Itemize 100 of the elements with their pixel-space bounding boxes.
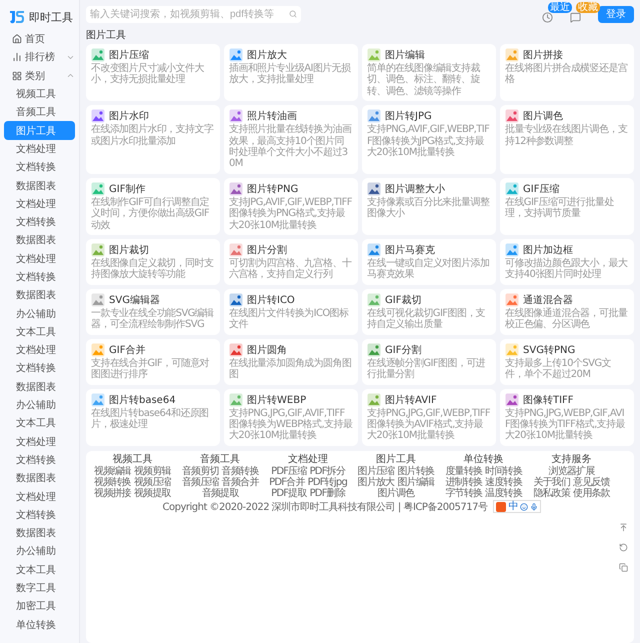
tool-card[interactable]: GIF制作 在线制作GIF可自行调整自定义时间，方便你做出高级GIF动效 xyxy=(86,178,220,236)
sidebar-item[interactable]: 类别 xyxy=(4,66,75,85)
sidebar-item[interactable]: 数字工具 xyxy=(4,578,75,598)
sidebar-item[interactable]: 文本工具 xyxy=(4,560,75,579)
tool-card[interactable]: 图像转TIFF 支持PNG,JPG,WEBP,GIF,AVIF图像转换为TIFF格式,支持最大20张10M批量转换 xyxy=(500,388,634,446)
sidebar-item[interactable]: 加密工具 xyxy=(4,597,75,616)
footer-link[interactable]: PDF转jpg xyxy=(308,476,347,488)
picture-icon xyxy=(229,243,243,258)
message-icon[interactable] xyxy=(570,12,581,23)
tool-card[interactable]: 图片裁切 在线图像自定义裁切，同时支持图像放大旋转等功能 xyxy=(86,239,220,285)
footer-link[interactable]: 视频拼接 xyxy=(94,488,131,499)
sidebar-item[interactable]: 首页 xyxy=(4,30,75,48)
sidebar-item[interactable]: 数据图表 xyxy=(4,469,75,488)
footer-link[interactable]: 音频合并 xyxy=(222,476,259,488)
sidebar-item[interactable]: 文档转换 xyxy=(4,212,75,232)
tool-card[interactable]: 图片加边框 可修改描边颜色跟大小，最大支持40张图片同时处理 xyxy=(500,239,634,285)
tool-title: 图片编辑 xyxy=(385,48,425,62)
tool-card[interactable]: SVG编辑器 一款专业在线全功能SVG编辑器，可全流程绘制制作SVG xyxy=(86,288,220,335)
footer-link[interactable]: 音频转换 xyxy=(222,466,259,477)
footer-link[interactable]: 视频编辑 xyxy=(94,466,131,477)
sidebar-item[interactable]: 数据图表 xyxy=(4,378,75,396)
sidebar-item[interactable]: 文档处理 xyxy=(4,250,75,268)
sidebar-item[interactable]: 文档处理 xyxy=(4,487,75,506)
sidebar-item[interactable]: 音频工具 xyxy=(4,103,75,122)
tool-card[interactable]: 图片编辑 简单的在线图像编辑支持裁切、调色、标注、翻转、旋转、调色、滤镜等操作 xyxy=(362,44,496,102)
footer-link[interactable]: PDF压缩 xyxy=(271,466,307,477)
footer-link[interactable]: 意见反馈 xyxy=(573,476,610,488)
sidebar-item[interactable]: 文档处理 xyxy=(4,432,75,451)
sidebar-item[interactable]: 办公辅助 xyxy=(4,542,75,561)
footer-link[interactable]: 浏览器扩展 xyxy=(548,466,595,477)
footer-link[interactable]: 图片压缩 xyxy=(358,466,394,477)
footer-link[interactable]: 视频提取 xyxy=(134,488,171,499)
footer-link[interactable]: 温度转换 xyxy=(485,488,522,499)
footer-link[interactable]: 使用条款 xyxy=(573,488,610,499)
sidebar-item[interactable]: 文档转换 xyxy=(4,506,75,524)
footer-link[interactable]: 图片放大 xyxy=(358,476,394,488)
sidebar-item[interactable]: 数据图表 xyxy=(4,176,75,195)
footer-link[interactable]: 视频转换 xyxy=(94,476,131,488)
tool-card[interactable]: GIF裁切 在线可视化裁切GIF图图，支持自定义输出质量 xyxy=(362,288,496,335)
tool-card[interactable]: 图片调整大小 支持像素或百分比来批量调整图像大小 xyxy=(362,178,496,236)
sidebar-item[interactable]: 文档转换 xyxy=(4,359,75,378)
tool-card[interactable]: 图片转PNG 支持JPG,AVIF,GIF,WEBP,TIFF图像转换为PNG格式,支持最大20张10M批量转换 xyxy=(224,178,358,236)
footer-link[interactable]: 字节转换 xyxy=(445,488,482,499)
tool-card[interactable]: 图片马赛克 在线一键或自定义对图片添加马赛克效果 xyxy=(362,239,496,285)
ime-toolbar[interactable]: 中 xyxy=(493,500,542,514)
tool-card[interactable]: GIF压缩 在线GIF压缩可进行批量处理，支持调节质量 xyxy=(500,178,634,236)
tool-card[interactable]: 图片转ICO 在线图片文件转换为ICO图标文件 xyxy=(224,288,358,335)
footer-link[interactable]: 进制转换 xyxy=(445,476,482,488)
sidebar-item[interactable]: 文档转换 xyxy=(4,268,75,286)
sidebar-item[interactable]: 文本工具 xyxy=(4,322,75,342)
footer-link[interactable]: 图片编辑 xyxy=(397,476,434,488)
footer-link[interactable]: 关于我们 xyxy=(533,476,570,488)
footer-link[interactable]: PDF拆分 xyxy=(310,466,346,477)
tool-card[interactable]: 图片圆角 在线批量添加圆角成为圆角图图 xyxy=(224,338,358,384)
tool-card[interactable]: 图片转WEBP 支持PNG,JPG,GIF,AVIF,TIFF图像转换为WEBP格式,支持最大20张10M批量转换 xyxy=(224,388,358,446)
footer-link[interactable]: 图片调色 xyxy=(378,488,414,499)
tool-card[interactable]: 图片拼接 在线将图片拼合成横竖还是宫格 xyxy=(500,44,634,102)
sidebar-item[interactable]: 办公辅助 xyxy=(4,396,75,414)
footer-link[interactable]: 视频剪辑 xyxy=(134,466,171,477)
footer-link[interactable]: PDF删除 xyxy=(310,488,346,499)
sidebar-item[interactable]: 文档转换 xyxy=(4,450,75,470)
sidebar-item[interactable]: 排行榜 xyxy=(4,48,75,67)
sidebar-item[interactable]: 文本工具 xyxy=(4,414,75,433)
tool-card[interactable]: 照片转油画 支持照片批量在线转换为油画效果，最高支持10个图片同时处理单个文件大小不超过30M xyxy=(224,105,358,174)
tool-card[interactable]: GIF合并 支持在线合并GIF，可随意对图图进行排序 xyxy=(86,338,220,384)
footer-link[interactable]: 视频压缩 xyxy=(134,476,171,488)
sidebar-item[interactable]: 视频工具 xyxy=(4,84,75,104)
sidebar-item[interactable]: 文档处理 xyxy=(4,341,75,360)
sidebar-item[interactable]: 单位转换 xyxy=(4,616,75,634)
tool-title: 图片拼接 xyxy=(523,48,563,62)
sidebar-item[interactable]: 文档处理 xyxy=(4,140,75,158)
footer-link[interactable]: 图片转换 xyxy=(397,466,434,477)
sidebar-item[interactable]: 数据图表 xyxy=(4,524,75,542)
footer-link[interactable]: 音频剪切 xyxy=(182,466,219,477)
sidebar-item[interactable]: 文档处理 xyxy=(4,194,75,213)
footer-link[interactable]: PDF合并 xyxy=(269,476,305,488)
clock-icon[interactable] xyxy=(542,12,553,23)
footer-link[interactable]: 时间转换 xyxy=(485,466,522,477)
tool-card[interactable]: 图片水印 在线添加图片水印，支持文字或图片水印批量添加 xyxy=(86,105,220,174)
tool-card[interactable]: 图片转JPG 支持PNG,AVIF,GIF,WEBP,TIFF图像转换为JPG格式,支持最大20张10M批量转换 xyxy=(362,105,496,174)
sidebar-item[interactable]: 数据图表 xyxy=(4,286,75,304)
footer-link[interactable]: 隐私政策 xyxy=(533,488,570,499)
footer-link[interactable]: 音频提取 xyxy=(202,488,239,499)
tool-card[interactable]: 图片分割 可切割为四宫格、九宫格、十六宫格，支持自定义行列 xyxy=(224,239,358,285)
sidebar-item[interactable]: 文档转换 xyxy=(4,158,75,176)
tool-card[interactable]: 图片调色 批量专业级在线图片调色，支持12种参数调整 xyxy=(500,105,634,174)
tool-card[interactable]: 图片转base64 在线图片转base64和还原图片，极速处理 xyxy=(86,388,220,446)
footer-link[interactable]: PDF提取 xyxy=(271,488,307,499)
tool-card[interactable]: SVG转PNG 支持最多上传10个SVG文件，单个不超过20M xyxy=(500,338,634,384)
tool-card[interactable]: 图片放大 插画和照片专业级AI图片无损放大，支持批量处理 xyxy=(224,44,358,102)
tool-card[interactable]: 通道混合器 在线图像通道混合器，可批量校正色偏、分区调色 xyxy=(500,288,634,335)
footer-link[interactable]: 速度转换 xyxy=(485,476,522,488)
tool-card[interactable]: GIF分割 在线逐帧分割GIF图图，可进行批量分割 xyxy=(362,338,496,384)
sidebar-item[interactable]: 数据图表 xyxy=(4,231,75,250)
tool-description: 可切割为四宫格、九宫格、十六宫格，支持自定义行列 xyxy=(229,258,352,281)
footer-link[interactable]: 度量转换 xyxy=(445,466,482,477)
tool-card[interactable]: 图片转AVIF 支持PNG,JPG,GIF,WEBP,TIFF图像转换为AVIF格式,支持最大20张10M批量转换 xyxy=(362,388,496,446)
footer-link[interactable]: 音频压缩 xyxy=(182,476,219,488)
tool-card[interactable]: 图片压缩 不改变图片尺寸减小文件大小，支持无损批量处理 xyxy=(86,44,220,102)
sidebar-item[interactable]: 办公辅助 xyxy=(4,304,75,323)
